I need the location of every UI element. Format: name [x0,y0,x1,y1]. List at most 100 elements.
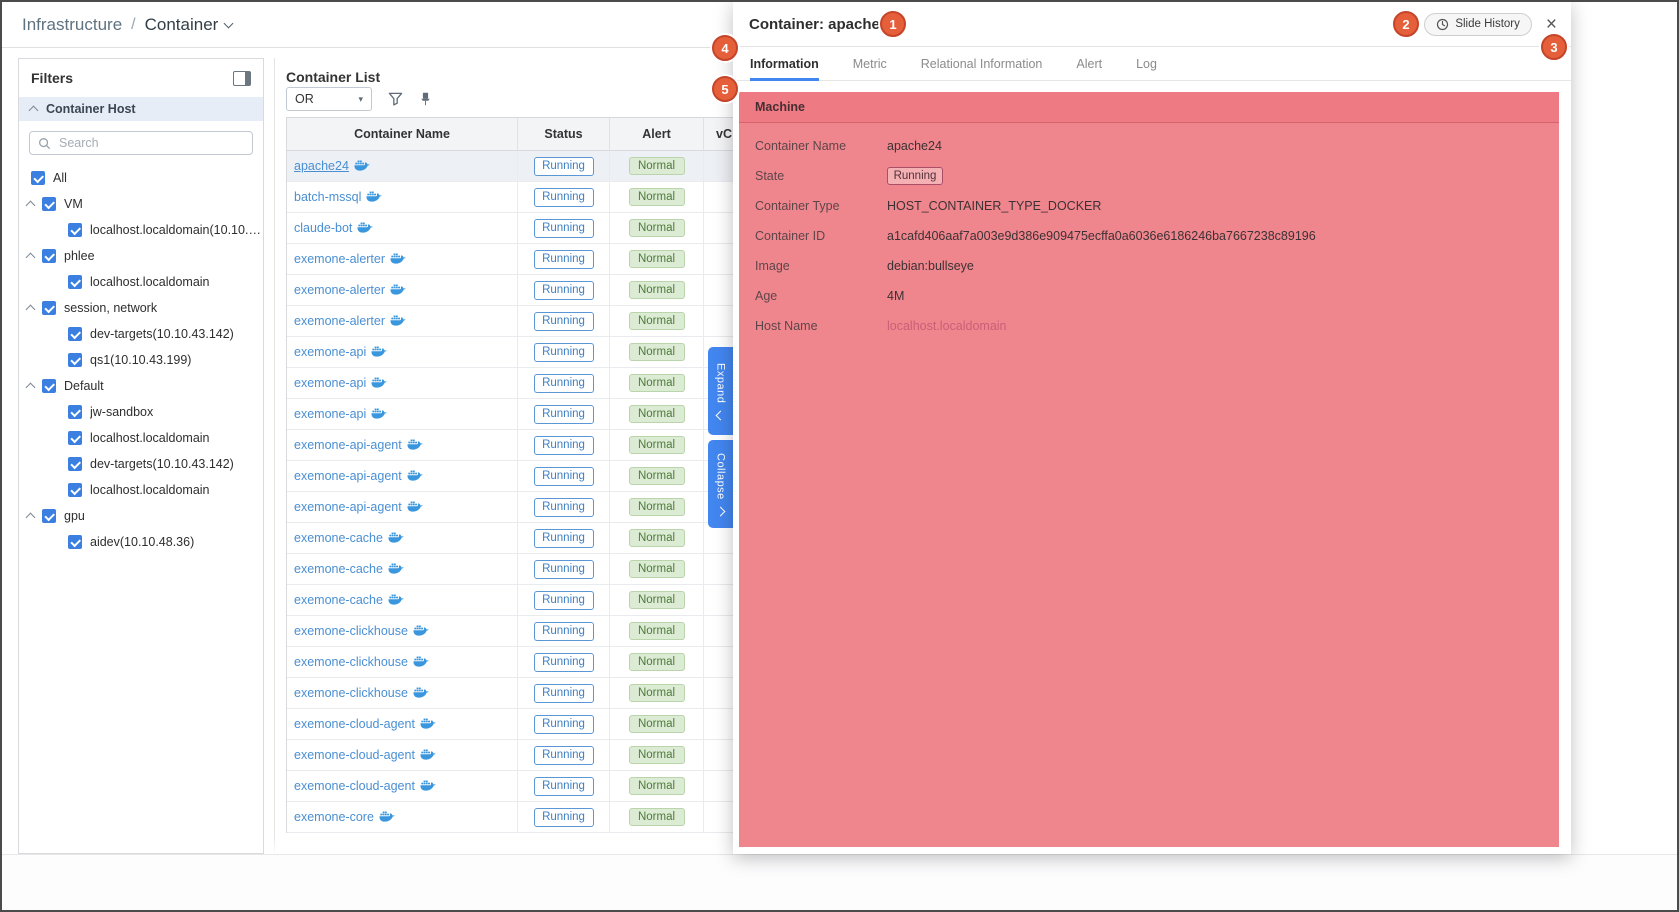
tree-item[interactable]: aidev(10.10.48.36) [19,529,263,555]
host-name-link[interactable]: localhost.localdomain [887,319,1007,333]
status-running-button[interactable]: Running [534,653,594,672]
container-name-link[interactable]: exemone-api [294,376,366,390]
chevron-up-icon[interactable] [26,513,36,523]
checkbox[interactable] [31,171,45,185]
breadcrumb-container-dropdown[interactable]: Container [145,15,233,35]
table-row[interactable]: exemone-api-agent Running Normal [287,492,733,523]
table-row[interactable]: exemone-cloud-agent Running Normal [287,740,733,771]
container-name-link[interactable]: exemone-api-agent [294,469,402,483]
status-running-button[interactable]: Running [534,715,594,734]
checkbox[interactable] [68,483,82,497]
table-row[interactable]: exemone-cache Running Normal [287,523,733,554]
checkbox[interactable] [42,301,56,315]
container-name-link[interactable]: exemone-cache [294,531,383,545]
container-name-link[interactable]: exemone-api [294,345,366,359]
table-row[interactable]: exemone-alerter Running Normal [287,306,733,337]
status-running-button[interactable]: Running [534,250,594,269]
container-name-link[interactable]: apache24 [294,159,349,173]
table-row[interactable]: claude-bot Running Normal [287,213,733,244]
column-header-alert[interactable]: Alert [610,118,704,151]
collapse-panel-icon[interactable] [233,71,251,86]
table-row[interactable]: exemone-alerter Running Normal [287,244,733,275]
tree-item[interactable]: localhost.localdomain [19,425,263,451]
container-name-link[interactable]: exemone-cloud-agent [294,779,415,793]
table-row[interactable]: exemone-api Running Normal [287,368,733,399]
column-header-container-name[interactable]: Container Name [287,118,518,151]
table-row[interactable]: exemone-cloud-agent Running Normal [287,771,733,802]
container-name-link[interactable]: exemone-cloud-agent [294,748,415,762]
status-running-button[interactable]: Running [534,498,594,517]
status-running-button[interactable]: Running [534,281,594,300]
chevron-up-icon[interactable] [26,305,36,315]
status-running-button[interactable]: Running [534,343,594,362]
tab-relational-information[interactable]: Relational Information [921,47,1043,80]
container-name-link[interactable]: exemone-api [294,407,366,421]
tab-alert[interactable]: Alert [1076,47,1102,80]
status-running-button[interactable]: Running [534,467,594,486]
table-row[interactable]: apache24 Running Normal [287,151,733,182]
checkbox[interactable] [42,509,56,523]
close-icon[interactable]: × [1546,15,1557,34]
container-name-link[interactable]: exemone-clickhouse [294,686,408,700]
container-name-link[interactable]: exemone-alerter [294,252,385,266]
status-running-button[interactable]: Running [534,808,594,827]
checkbox[interactable] [68,431,82,445]
filter-icon[interactable] [388,92,403,106]
tab-log[interactable]: Log [1136,47,1157,80]
table-row[interactable]: exemone-api Running Normal [287,337,733,368]
table-row[interactable]: exemone-api-agent Running Normal [287,461,733,492]
checkbox[interactable] [68,535,82,549]
tree-item[interactable]: dev-targets(10.10.43.142) [19,321,263,347]
chevron-up-icon[interactable] [26,253,36,263]
checkbox[interactable] [68,457,82,471]
column-header-status[interactable]: Status [518,118,610,151]
tree-item[interactable]: qs1(10.10.43.199) [19,347,263,373]
section-container-host[interactable]: Container Host [19,97,263,121]
tree-item[interactable]: localhost.localdomain [19,477,263,503]
table-row[interactable]: exemone-clickhouse Running Normal [287,616,733,647]
container-name-link[interactable]: exemone-api-agent [294,500,402,514]
checkbox[interactable] [42,197,56,211]
checkbox[interactable] [68,223,82,237]
tree-item[interactable]: jw-sandbox [19,399,263,425]
search-input[interactable] [57,135,244,151]
checkbox[interactable] [68,327,82,341]
breadcrumb-infrastructure-link[interactable]: Infrastructure [22,15,122,35]
chevron-up-icon[interactable] [26,383,36,393]
table-row[interactable]: exemone-api Running Normal [287,399,733,430]
pin-icon[interactable] [419,92,432,106]
status-running-button[interactable]: Running [534,312,594,331]
status-running-button[interactable]: Running [534,777,594,796]
table-row[interactable]: exemone-cache Running Normal [287,554,733,585]
status-running-button[interactable]: Running [534,219,594,238]
table-row[interactable]: exemone-clickhouse Running Normal [287,678,733,709]
table-row[interactable]: exemone-cloud-agent Running Normal [287,709,733,740]
container-name-link[interactable]: exemone-cache [294,562,383,576]
tree-item-all[interactable]: All [19,165,263,191]
checkbox[interactable] [42,249,56,263]
tree-group[interactable]: Default [19,373,263,399]
status-running-button[interactable]: Running [534,374,594,393]
checkbox[interactable] [68,353,82,367]
container-name-link[interactable]: exemone-alerter [294,314,385,328]
status-running-button[interactable]: Running [534,560,594,579]
table-row[interactable]: batch-mssql Running Normal [287,182,733,213]
table-row[interactable]: exemone-clickhouse Running Normal [287,647,733,678]
status-running-button[interactable]: Running [534,684,594,703]
tree-item[interactable]: localhost.localdomain [19,269,263,295]
status-running-button[interactable]: Running [534,405,594,424]
table-row[interactable]: exemone-api-agent Running Normal [287,430,733,461]
checkbox[interactable] [68,405,82,419]
expand-tab[interactable]: Expand [708,347,733,435]
status-running-button[interactable]: Running [534,746,594,765]
tree-group[interactable]: phlee [19,243,263,269]
tree-group[interactable]: VM [19,191,263,217]
container-name-link[interactable]: exemone-clickhouse [294,655,408,669]
table-row[interactable]: exemone-core Running Normal [287,802,733,833]
container-name-link[interactable]: exemone-clickhouse [294,624,408,638]
column-header-vcpu[interactable]: vC [704,118,733,151]
container-name-link[interactable]: exemone-api-agent [294,438,402,452]
tree-item[interactable]: dev-targets(10.10.43.142) [19,451,263,477]
collapse-tab[interactable]: Collapse [708,440,733,528]
chevron-up-icon[interactable] [26,201,36,211]
